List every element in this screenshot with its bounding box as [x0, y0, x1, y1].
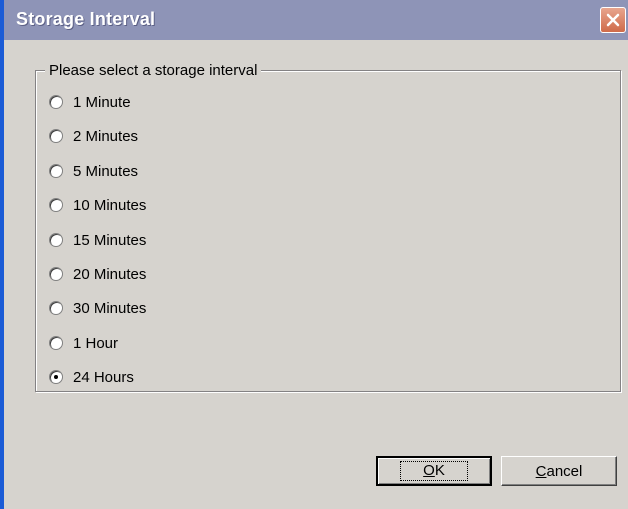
- radio-button[interactable]: [49, 267, 63, 281]
- radio-option[interactable]: 5 Minutes: [49, 160, 138, 182]
- radio-button[interactable]: [49, 301, 63, 315]
- cancel-button[interactable]: Cancel: [501, 456, 617, 486]
- radio-label: 20 Minutes: [73, 265, 147, 283]
- radio-option[interactable]: 20 Minutes: [49, 263, 146, 285]
- radio-label: 1 Hour: [73, 334, 119, 352]
- groupbox-label: Please select a storage interval: [45, 62, 262, 79]
- radio-label: 15 Minutes: [73, 231, 147, 249]
- radio-label: 5 Minutes: [73, 162, 139, 180]
- radio-button[interactable]: [49, 164, 63, 178]
- ok-button-label: OK: [400, 461, 468, 481]
- dialog-window: Storage Interval Please select a storage…: [0, 0, 628, 509]
- radio-option-selected[interactable]: 24 Hours: [49, 366, 134, 388]
- ok-button[interactable]: OK: [376, 456, 492, 486]
- cancel-button-label: Cancel: [535, 462, 583, 480]
- radio-button[interactable]: [49, 95, 63, 109]
- radio-option[interactable]: 30 Minutes: [49, 297, 146, 319]
- title-bar[interactable]: Storage Interval: [4, 0, 628, 40]
- radio-button[interactable]: [49, 336, 63, 350]
- radio-button[interactable]: [49, 233, 63, 247]
- radio-label: 1 Minute: [73, 93, 131, 111]
- radio-option[interactable]: 2 Minutes: [49, 125, 138, 147]
- window-title: Storage Interval: [16, 9, 156, 29]
- radio-label: 10 Minutes: [73, 196, 147, 214]
- close-button[interactable]: [600, 7, 626, 33]
- close-icon: [606, 13, 620, 27]
- radio-option[interactable]: 10 Minutes: [49, 194, 146, 216]
- radio-label: 30 Minutes: [73, 299, 147, 317]
- radio-button-checked[interactable]: [49, 370, 63, 384]
- radio-option[interactable]: 1 Hour: [49, 332, 118, 354]
- radio-label: 2 Minutes: [73, 127, 139, 145]
- radio-button[interactable]: [49, 198, 63, 212]
- radio-button[interactable]: [49, 129, 63, 143]
- radio-option[interactable]: 1 Minute: [49, 91, 131, 113]
- radio-option[interactable]: 15 Minutes: [49, 229, 146, 251]
- radio-label: 24 Hours: [73, 368, 134, 386]
